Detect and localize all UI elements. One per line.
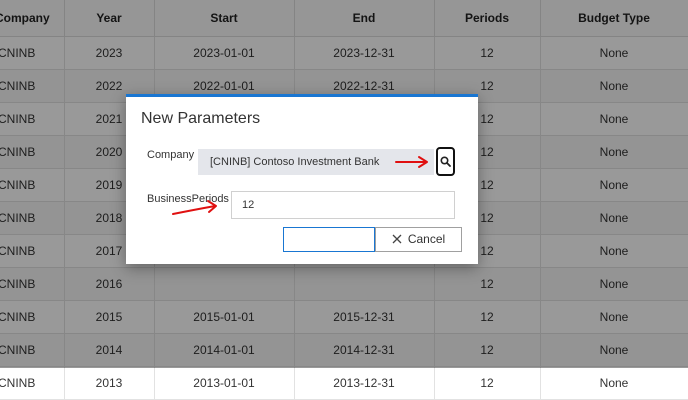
business-periods-input[interactable] [231, 191, 455, 219]
dialog-title: New Parameters [141, 110, 261, 127]
search-icon [440, 156, 451, 167]
cell-year: 2013 [64, 366, 155, 400]
new-parameters-dialog: New Parameters Company [CNINB] Contoso I… [126, 94, 478, 264]
cell-budget-type: None [540, 366, 688, 400]
close-icon [392, 234, 402, 244]
cell-periods: 12 [434, 366, 541, 400]
table-row[interactable]: CNINB 2013 2013-01-01 2013-12-31 12 None [0, 366, 688, 400]
cancel-label: Cancel [407, 232, 446, 246]
ok-button[interactable] [283, 227, 375, 252]
company-label: Company [147, 149, 195, 161]
cell-company: CNINB [0, 366, 65, 400]
cell-end: 2013-12-31 [294, 366, 435, 400]
arrow-right-icon [172, 200, 217, 215]
cancel-button[interactable]: Cancel [375, 227, 462, 252]
arrow-right-icon [395, 156, 428, 168]
company-lookup-button[interactable] [436, 147, 455, 176]
cell-start: 2013-01-01 [154, 366, 295, 400]
